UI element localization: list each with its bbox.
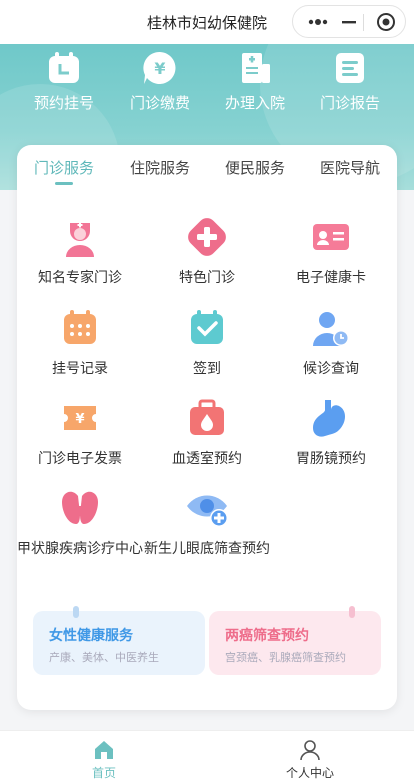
active-tab-indicator <box>55 182 73 185</box>
promo-pin <box>349 606 355 618</box>
service-endoscopy[interactable]: 胃肠镜预约 <box>266 396 396 468</box>
more-options-icon[interactable] <box>303 14 339 30</box>
service-label: 甲状腺疾病诊疗中心 <box>17 540 143 556</box>
svg-text:¥: ¥ <box>75 412 84 427</box>
home-icon <box>95 741 113 759</box>
promo-pin <box>73 606 79 618</box>
thyroid-icon <box>62 491 98 524</box>
service-label: 电子健康卡 <box>296 269 366 285</box>
eye-plus-icon <box>187 495 228 527</box>
service-label: 签到 <box>193 360 221 376</box>
service-tabs: 门诊服务 住院服务 便民服务 医院导航 <box>17 157 397 187</box>
service-label: 候诊查询 <box>303 360 359 376</box>
tab-convenience[interactable]: 便民服务 <box>225 157 285 178</box>
services-card: 门诊服务 住院服务 便民服务 医院导航 知名专家门诊 特色门诊 电子健康卡 挂号… <box>17 145 397 710</box>
close-miniapp-icon[interactable] <box>375 11 397 33</box>
service-newborn-eye-screening[interactable]: 新生儿眼底筛查预约 <box>142 486 272 558</box>
bottom-navigation: 首页 个人中心 <box>0 730 414 780</box>
service-label: 知名专家门诊 <box>38 269 122 285</box>
nav-label: 个人中心 <box>285 766 334 780</box>
service-dialysis[interactable]: 血透室预约 <box>142 396 272 468</box>
admission-document-icon <box>242 53 270 83</box>
tab-inpatient[interactable]: 住院服务 <box>130 157 190 178</box>
service-label: 门诊电子发票 <box>38 450 122 466</box>
service-thyroid-center[interactable]: 甲状腺疾病诊疗中心 <box>15 486 145 558</box>
tab-navigation[interactable]: 医院导航 <box>320 157 380 178</box>
medical-cross-icon <box>188 218 226 256</box>
quick-action-label: 办理入院 <box>224 95 285 112</box>
quick-action-report[interactable]: 门诊报告 <box>300 50 400 113</box>
health-card-icon <box>313 224 349 250</box>
service-e-invoice[interactable]: ¥ 门诊电子发票 <box>15 396 145 468</box>
service-label: 胃肠镜预约 <box>296 450 366 466</box>
service-label: 新生儿眼底筛查预约 <box>144 540 270 556</box>
promo-women-health[interactable]: 女性健康服务 产康、美体、中医养生 <box>33 606 205 675</box>
service-waiting-query[interactable]: 候诊查询 <box>266 306 396 378</box>
user-icon <box>300 740 320 761</box>
miniapp-capsule <box>292 5 406 38</box>
quick-action-label: 预约挂号 <box>33 95 94 112</box>
invoice-ticket-icon: ¥ <box>64 406 96 430</box>
nav-profile[interactable]: 个人中心 <box>260 739 360 780</box>
service-label: 特色门诊 <box>179 269 235 285</box>
quick-action-label: 门诊报告 <box>319 95 380 112</box>
promo-title: 女性健康服务 <box>49 627 133 643</box>
service-expert-clinic[interactable]: 知名专家门诊 <box>15 215 145 287</box>
service-registration-record[interactable]: 挂号记录 <box>15 306 145 378</box>
tab-outpatient[interactable]: 门诊服务 <box>34 157 94 178</box>
quick-action-admission[interactable]: 办理入院 <box>205 50 305 113</box>
service-label: 血透室预约 <box>172 450 242 466</box>
calendar-grid-icon <box>64 310 96 344</box>
stomach-icon <box>313 400 345 437</box>
calendar-icon <box>49 52 79 83</box>
service-special-clinic[interactable]: 特色门诊 <box>142 215 272 287</box>
quick-action-label: 门诊缴费 <box>129 95 190 112</box>
service-checkin[interactable]: 签到 <box>142 306 272 378</box>
checkin-icon <box>191 310 223 344</box>
service-label: 挂号记录 <box>52 360 108 376</box>
nurse-icon <box>66 222 94 257</box>
queue-clock-icon <box>313 312 349 346</box>
capsule-divider <box>363 14 364 31</box>
svg-text:¥: ¥ <box>154 59 165 78</box>
quick-action-appointment[interactable]: 预约挂号 <box>14 50 114 113</box>
medical-kit-icon <box>190 399 224 435</box>
promo-title: 两癌筛查预约 <box>225 627 309 643</box>
report-icon <box>336 53 364 83</box>
promo-subtitle: 宫颈癌、乳腺癌筛查预约 <box>225 652 346 664</box>
promo-subtitle: 产康、美体、中医养生 <box>49 652 159 664</box>
yuan-payment-icon: ¥ <box>143 51 176 84</box>
title-bar: 桂林市妇幼保健院 <box>0 0 414 44</box>
nav-label: 首页 <box>91 766 116 780</box>
promo-cancer-screening[interactable]: 两癌筛查预约 宫颈癌、乳腺癌筛查预约 <box>209 606 381 675</box>
nav-home[interactable]: 首页 <box>54 739 154 780</box>
service-health-card[interactable]: 电子健康卡 <box>266 215 396 287</box>
minimize-icon[interactable] <box>339 14 361 30</box>
quick-action-payment[interactable]: ¥ 门诊缴费 <box>110 50 210 113</box>
